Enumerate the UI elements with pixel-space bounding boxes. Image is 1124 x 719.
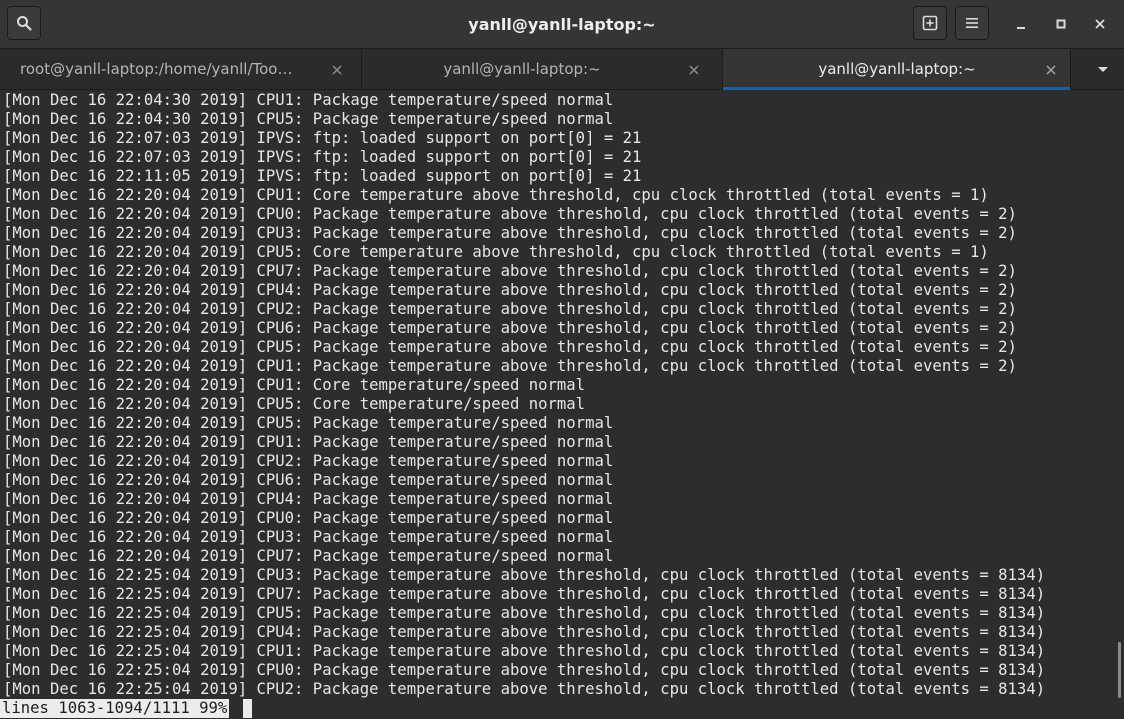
terminal-line: [Mon Dec 16 22:20:04 2019] CPU3: Package…: [3, 224, 1017, 242]
tab-root-terminal[interactable]: root@yanll-laptop:/home/yanll/Too…: [0, 49, 362, 90]
terminal-line: [Mon Dec 16 22:25:04 2019] CPU2: Package…: [3, 680, 1046, 698]
hamburger-menu-icon: [966, 18, 978, 28]
terminal-cursor: [243, 699, 252, 718]
minimize-button[interactable]: [1008, 10, 1034, 38]
terminal-line: [Mon Dec 16 22:20:04 2019] CPU4: Package…: [3, 490, 614, 508]
terminal-line: [Mon Dec 16 22:20:04 2019] CPU5: Package…: [3, 414, 614, 432]
close-icon: [1095, 19, 1105, 29]
tab-overflow-button[interactable]: [1086, 60, 1120, 80]
pager-status: lines 1063-1094/1111 99%: [0, 699, 230, 718]
tab-label: yanll@yanll-laptop:~: [818, 60, 976, 78]
terminal-line: [Mon Dec 16 22:20:04 2019] CPU0: Package…: [3, 509, 614, 527]
terminal-line: [Mon Dec 16 22:20:04 2019] CPU1: Package…: [3, 433, 614, 451]
terminal-line: [Mon Dec 16 22:07:03 2019] IPVS: ftp: lo…: [3, 148, 642, 166]
terminal-line: [Mon Dec 16 22:07:03 2019] IPVS: ftp: lo…: [3, 129, 642, 147]
terminal-line: [Mon Dec 16 22:20:04 2019] CPU1: Core te…: [3, 376, 586, 394]
search-button[interactable]: [7, 6, 41, 40]
menu-button[interactable]: [955, 6, 989, 40]
terminal-line: [Mon Dec 16 22:20:04 2019] CPU5: Package…: [3, 338, 1017, 356]
terminal-line: [Mon Dec 16 22:20:04 2019] CPU4: Package…: [3, 281, 1017, 299]
terminal-line: [Mon Dec 16 22:20:04 2019] CPU5: Core te…: [3, 395, 586, 413]
terminal-output: [Mon Dec 16 22:04:30 2019] CPU1: Package…: [3, 91, 1111, 699]
terminal-line: [Mon Dec 16 22:25:04 2019] CPU4: Package…: [3, 623, 1046, 641]
maximize-icon: [1056, 19, 1066, 29]
terminal-line: [Mon Dec 16 22:20:04 2019] CPU7: Package…: [3, 262, 1017, 280]
tab-label: root@yanll-laptop:/home/yanll/Too…: [20, 60, 293, 78]
tab-user-terminal-active[interactable]: yanll@yanll-laptop:~: [723, 49, 1071, 90]
chevron-down-icon: [1098, 67, 1108, 72]
terminal-line: [Mon Dec 16 22:20:04 2019] CPU3: Package…: [3, 528, 614, 546]
tab-close-button[interactable]: [1043, 62, 1059, 78]
terminal-line: [Mon Dec 16 22:20:04 2019] CPU2: Package…: [3, 452, 614, 470]
search-icon: [17, 16, 32, 31]
terminal-line: [Mon Dec 16 22:11:05 2019] IPVS: ftp: lo…: [3, 167, 642, 185]
terminal-line: [Mon Dec 16 22:25:04 2019] CPU3: Package…: [3, 566, 1046, 584]
terminal-line: [Mon Dec 16 22:25:04 2019] CPU1: Package…: [3, 642, 1046, 660]
maximize-button[interactable]: [1048, 10, 1074, 38]
terminal-line: [Mon Dec 16 22:20:04 2019] CPU1: Core te…: [3, 186, 989, 204]
tab-close-icon: [689, 65, 699, 75]
close-button[interactable]: [1087, 10, 1113, 38]
tab-close-button[interactable]: [329, 62, 345, 78]
terminal-line: [Mon Dec 16 22:20:04 2019] CPU1: Package…: [3, 357, 1017, 375]
terminal-line: [Mon Dec 16 22:20:04 2019] CPU0: Package…: [3, 205, 1017, 223]
terminal-line: [Mon Dec 16 22:20:04 2019] CPU5: Core te…: [3, 243, 989, 261]
terminal-line: [Mon Dec 16 22:20:04 2019] CPU6: Package…: [3, 471, 614, 489]
window-title: yanll@yanll-laptop:~: [468, 15, 656, 34]
new-tab-icon: [922, 15, 938, 31]
tab-label: yanll@yanll-laptop:~: [443, 60, 601, 78]
terminal-line: [Mon Dec 16 22:20:04 2019] CPU6: Package…: [3, 319, 1017, 337]
tab-bar: root@yanll-laptop:/home/yanll/Too… yanll…: [0, 49, 1124, 90]
tab-close-icon: [332, 65, 342, 75]
header-bar: yanll@yanll-laptop:~: [0, 0, 1124, 49]
terminal-line: [Mon Dec 16 22:04:30 2019] CPU1: Package…: [3, 91, 614, 109]
terminal-line: [Mon Dec 16 22:25:04 2019] CPU7: Package…: [3, 585, 1046, 603]
terminal-line: [Mon Dec 16 22:25:04 2019] CPU5: Package…: [3, 604, 1046, 622]
tab-close-button[interactable]: [686, 62, 702, 78]
tab-close-icon: [1046, 65, 1056, 75]
terminal-line: [Mon Dec 16 22:25:04 2019] CPU0: Package…: [3, 661, 1046, 679]
scrollbar[interactable]: [1118, 642, 1121, 698]
terminal-line: [Mon Dec 16 22:04:30 2019] CPU5: Package…: [3, 110, 614, 128]
terminal-line: [Mon Dec 16 22:20:04 2019] CPU2: Package…: [3, 300, 1017, 318]
new-tab-button[interactable]: [913, 6, 947, 40]
terminal-view[interactable]: [Mon Dec 16 22:04:30 2019] CPU1: Package…: [0, 90, 1124, 719]
terminal-line: [Mon Dec 16 22:20:04 2019] CPU7: Package…: [3, 547, 614, 565]
minimize-icon: [1017, 27, 1025, 29]
tab-user-terminal[interactable]: yanll@yanll-laptop:~: [362, 49, 723, 90]
